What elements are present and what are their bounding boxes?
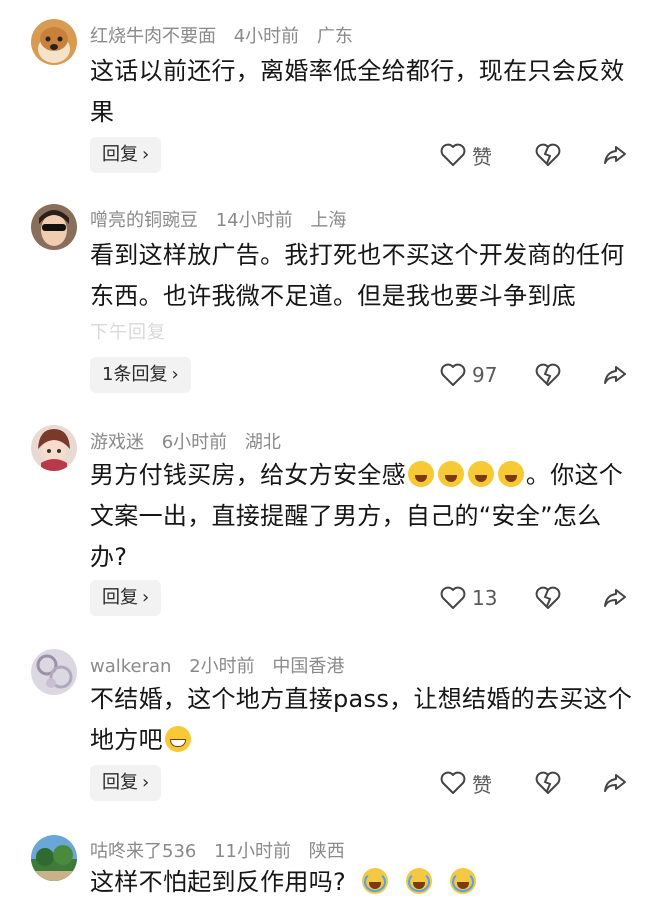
location: 上海 bbox=[310, 210, 347, 231]
share-arrow-icon bbox=[604, 774, 626, 792]
heart-outline-icon bbox=[440, 586, 466, 609]
reply-button[interactable]: 回复 › bbox=[90, 580, 162, 616]
like-button[interactable]: 赞 bbox=[440, 137, 492, 173]
comment-text-content: 这样不怕起到反作用吗? bbox=[90, 868, 347, 896]
loudly-crying-emoji-icon bbox=[449, 868, 476, 894]
loudly-crying-emoji-icon bbox=[405, 868, 432, 894]
broken-heart-icon bbox=[535, 363, 561, 386]
timestamp: 2小时前 bbox=[189, 656, 255, 677]
location: 广东 bbox=[316, 26, 353, 47]
comment-text: 男方付钱买房，给女方安全感 。你这个文案一出，直接提醒了男方，自己的“安全”怎么办… bbox=[90, 455, 635, 578]
comment-text: 这话以前还行，离婚率低全给都行，现在只会反效果 bbox=[90, 57, 625, 126]
comment-meta: 噌亮的铜豌豆 14小时前 上海 bbox=[90, 206, 358, 232]
share-arrow-icon bbox=[604, 366, 626, 384]
dislike-button[interactable] bbox=[535, 765, 561, 801]
comment-text: 看到这样放广告。我打死也不买这个开发商的任何东西。也许我微不足道。但是我也要斗争… bbox=[90, 241, 625, 310]
share-button[interactable] bbox=[602, 580, 628, 616]
share-button[interactable] bbox=[602, 137, 628, 173]
chevron-right-icon: › bbox=[142, 587, 150, 608]
location: 陕西 bbox=[308, 841, 345, 862]
like-label: 赞 bbox=[472, 144, 492, 169]
share-arrow-icon bbox=[604, 589, 626, 607]
location: 湖北 bbox=[244, 432, 281, 453]
comment-text: 这样不怕起到反作用吗? bbox=[90, 862, 635, 903]
dislike-button[interactable] bbox=[535, 137, 561, 173]
broken-heart-icon bbox=[535, 143, 561, 166]
comment-meta: 游戏迷 6小时前 湖北 bbox=[90, 428, 293, 454]
view-replies-button[interactable]: 1条回复 › bbox=[90, 357, 191, 393]
share-button[interactable] bbox=[602, 765, 628, 801]
broken-heart-icon bbox=[535, 586, 561, 609]
grin-emoji-icon bbox=[164, 726, 191, 752]
laugh-cry-emoji-icon bbox=[467, 461, 494, 487]
faded-hint: 下午回复 bbox=[90, 322, 166, 343]
chevron-right-icon: › bbox=[142, 772, 150, 793]
like-button[interactable]: 13 bbox=[440, 580, 497, 616]
like-count: 13 bbox=[472, 586, 498, 610]
username[interactable]: 红烧牛肉不要面 bbox=[90, 26, 216, 47]
timestamp: 14小时前 bbox=[215, 210, 293, 231]
laugh-cry-emoji-icon bbox=[437, 461, 464, 487]
comment-meta: 红烧牛肉不要面 4小时前 广东 bbox=[90, 22, 365, 48]
heart-outline-icon bbox=[440, 771, 466, 794]
laugh-cry-emoji-icon bbox=[497, 461, 524, 487]
username[interactable]: 游戏迷 bbox=[90, 432, 144, 453]
reply-label: 回复 bbox=[102, 772, 138, 793]
username[interactable]: 咕咚来了536 bbox=[90, 841, 196, 862]
comment-text: 不结婚，这个地方直接pass，让想结婚的去买这个地方吧 bbox=[90, 679, 635, 761]
dislike-button[interactable] bbox=[535, 580, 561, 616]
avatar[interactable] bbox=[31, 425, 77, 471]
like-button[interactable]: 97 bbox=[440, 357, 497, 393]
reply-label: 回复 bbox=[102, 587, 138, 608]
avatar[interactable] bbox=[31, 649, 77, 695]
username[interactable]: walkeran bbox=[90, 656, 171, 677]
timestamp: 11小时前 bbox=[214, 841, 291, 862]
reply-button[interactable]: 回复 › bbox=[90, 765, 162, 801]
reply-button[interactable]: 回复 › bbox=[90, 137, 162, 173]
avatar[interactable] bbox=[31, 19, 77, 65]
avatar[interactable] bbox=[31, 204, 77, 250]
timestamp: 4小时前 bbox=[233, 26, 300, 47]
timestamp: 6小时前 bbox=[161, 432, 228, 453]
comment-meta: 咕咚来了536 11小时前 陕西 bbox=[90, 837, 357, 863]
chevron-right-icon: › bbox=[142, 144, 150, 165]
share-arrow-icon bbox=[604, 146, 626, 164]
heart-outline-icon bbox=[440, 143, 466, 166]
like-button[interactable]: 赞 bbox=[440, 765, 492, 801]
dislike-button[interactable] bbox=[535, 357, 561, 393]
reply-label: 回复 bbox=[102, 144, 138, 165]
avatar[interactable] bbox=[31, 835, 77, 881]
heart-outline-icon bbox=[440, 363, 466, 386]
location: 中国香港 bbox=[272, 656, 345, 677]
broken-heart-icon bbox=[535, 771, 561, 794]
like-count: 97 bbox=[472, 363, 498, 387]
loudly-crying-emoji-icon bbox=[361, 868, 388, 894]
like-label: 赞 bbox=[472, 772, 492, 797]
comment-text-start: 男方付钱买房，给女方安全感 bbox=[90, 461, 406, 489]
reply-label: 1条回复 bbox=[102, 364, 168, 385]
username[interactable]: 噌亮的铜豌豆 bbox=[90, 210, 198, 231]
share-button[interactable] bbox=[602, 357, 628, 393]
chevron-right-icon: › bbox=[171, 364, 179, 385]
laugh-cry-emoji-icon bbox=[407, 461, 434, 487]
comment-meta: walkeran 2小时前 中国香港 bbox=[90, 652, 356, 678]
